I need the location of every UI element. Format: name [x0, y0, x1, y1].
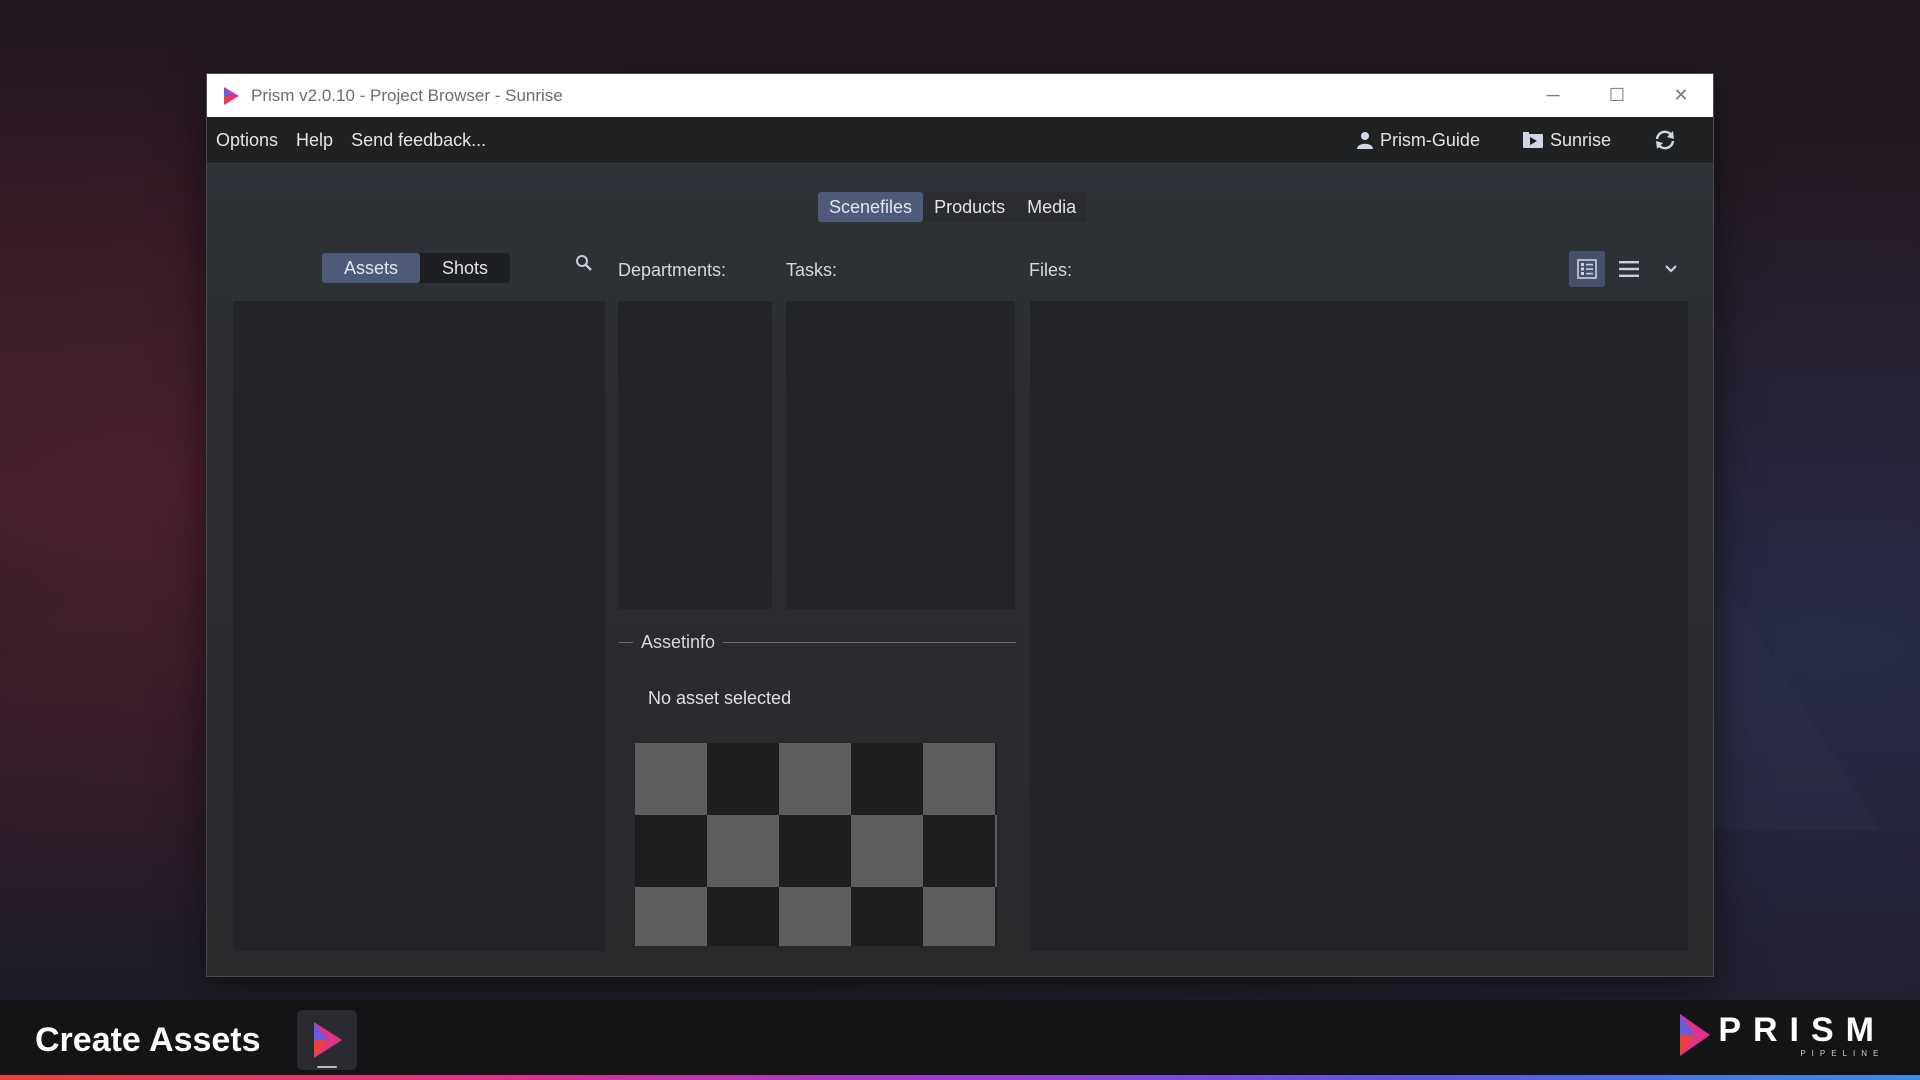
project-browser-window: Prism v2.0.10 - Project Browser - Sunris…	[206, 73, 1714, 977]
project-icon	[1522, 132, 1543, 148]
entity-list-panel[interactable]	[233, 301, 605, 951]
tab-media[interactable]: Media	[1016, 192, 1087, 222]
tab-scenefiles[interactable]: Scenefiles	[818, 192, 924, 222]
refresh-button[interactable]	[1653, 129, 1683, 151]
departments-list-panel[interactable]	[618, 301, 772, 609]
minimize-button[interactable]: ─	[1521, 74, 1585, 117]
user-button[interactable]: Prism-Guide	[1356, 130, 1480, 151]
tab-products[interactable]: Products	[923, 192, 1016, 222]
asset-preview-placeholder[interactable]	[635, 743, 997, 946]
no-asset-message: No asset selected	[648, 688, 792, 708]
list-icon	[1619, 261, 1639, 277]
assetinfo-group-header: Assetinfo	[619, 630, 1016, 654]
title-bar[interactable]: Prism v2.0.10 - Project Browser - Sunris…	[207, 74, 1713, 117]
files-list-panel[interactable]	[1030, 301, 1688, 951]
maximize-button[interactable]: ☐	[1585, 74, 1649, 117]
tasks-list-panel[interactable]	[786, 301, 1015, 609]
main-tab-bar: Scenefiles Products Media	[818, 192, 1088, 222]
tab-shots[interactable]: Shots	[420, 253, 510, 283]
browser-content: Scenefiles Products Media Assets Shots D…	[207, 165, 1713, 976]
taskbar-prism-icon	[296, 1010, 357, 1070]
prism-logo-icon	[313, 1022, 342, 1058]
prism-pipeline-brand: PRISM PIPELINE	[1678, 1012, 1886, 1058]
assetinfo-title: Assetinfo	[641, 631, 716, 652]
close-button[interactable]: ✕	[1649, 74, 1713, 117]
tab-assets[interactable]: Assets	[322, 253, 421, 283]
user-icon	[1356, 132, 1373, 149]
files-label: Files:	[1029, 260, 1073, 280]
prism-brand-logo-icon	[1680, 1014, 1711, 1056]
entity-tab-bar: Assets Shots	[322, 253, 511, 283]
brand-subtitle: PIPELINE	[1800, 1048, 1885, 1058]
project-name: Sunrise	[1549, 129, 1611, 150]
menu-send-feedback[interactable]: Send feedback...	[342, 130, 495, 151]
detail-list-icon	[1577, 259, 1597, 279]
search-icon[interactable]	[575, 254, 593, 272]
background-shape-left	[0, 420, 70, 780]
chevron-down-icon	[1665, 265, 1677, 273]
menu-help[interactable]: Help	[287, 130, 342, 151]
list-view-button[interactable]	[1611, 251, 1647, 287]
refresh-icon	[1655, 130, 1675, 150]
project-button[interactable]: Sunrise	[1522, 130, 1611, 151]
user-name: Prism-Guide	[1379, 129, 1480, 150]
video-caption-bar: Create Assets PRISM PIPELINE	[0, 1000, 1920, 1080]
gradient-stripe	[0, 1075, 1920, 1080]
brand-name: PRISM	[1718, 1010, 1886, 1049]
view-options-dropdown[interactable]	[1653, 251, 1689, 287]
menu-options[interactable]: Options	[207, 130, 287, 151]
episode-title: Create Assets	[35, 1020, 261, 1059]
tasks-label: Tasks:	[786, 260, 838, 280]
detail-list-view-button[interactable]	[1569, 251, 1605, 287]
window-title: Prism v2.0.10 - Project Browser - Sunris…	[251, 85, 563, 105]
view-mode-toolbar	[1563, 251, 1689, 287]
prism-app-icon	[224, 86, 239, 105]
menu-bar: Options Help Send feedback... Prism-Guid…	[207, 117, 1713, 164]
departments-label: Departments:	[618, 260, 727, 280]
